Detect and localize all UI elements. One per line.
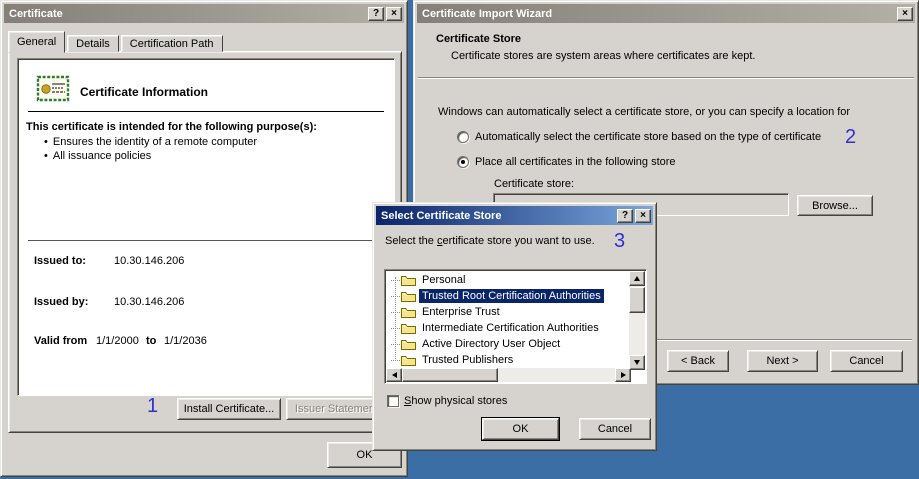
purpose-item: Ensures the identity of a remote compute… bbox=[44, 135, 257, 149]
valid-to-value: 1/1/2036 bbox=[164, 335, 207, 347]
select-store-titlebar[interactable]: Select Certificate Store ? × bbox=[376, 206, 653, 225]
purpose-list: Ensures the identity of a remote compute… bbox=[44, 135, 257, 163]
folder-icon bbox=[401, 308, 416, 318]
tab-certification-path[interactable]: Certification Path bbox=[120, 35, 223, 52]
horizontal-scrollbar[interactable] bbox=[386, 368, 631, 382]
folder-icon bbox=[401, 292, 416, 302]
valid-from-value: 1/1/2000 bbox=[96, 335, 139, 347]
horizontal-scroll-thumb[interactable] bbox=[402, 368, 498, 382]
wizard-page-heading: Certificate Store bbox=[436, 33, 521, 45]
issued-to-label: Issued to: bbox=[34, 255, 86, 267]
folder-icon bbox=[401, 356, 416, 366]
browse-button[interactable]: Browse... bbox=[797, 195, 873, 216]
purpose-heading: This certificate is intended for the fol… bbox=[26, 121, 317, 133]
valid-to-label: to bbox=[146, 335, 157, 347]
tree-item-personal[interactable]: Personal bbox=[386, 272, 468, 288]
wizard-page-subheading: Certificate stores are system areas wher… bbox=[451, 50, 756, 62]
tree-item-label[interactable]: Trusted Publishers bbox=[419, 353, 516, 367]
valid-from-label: Valid from bbox=[34, 335, 88, 347]
scroll-right-icon[interactable] bbox=[615, 368, 631, 382]
show-physical-stores-checkbox[interactable] bbox=[387, 395, 399, 407]
show-physical-stores-label[interactable]: Show physical stores bbox=[404, 395, 507, 407]
certificate-dialog-titlebar[interactable]: Certificate ? × bbox=[4, 4, 404, 23]
select-store-cancel-button[interactable]: Cancel bbox=[579, 418, 651, 440]
certificate-store-label: Certificate store: bbox=[494, 178, 575, 190]
purpose-item: All issuance policies bbox=[44, 149, 257, 163]
certificate-dialog-window: Certificate ? × General Details Certific… bbox=[0, 0, 408, 477]
select-store-title: Select Certificate Store bbox=[381, 209, 502, 222]
tree-item-ad-user-object[interactable]: Active Directory User Object bbox=[386, 336, 563, 352]
desktop: Certificate ? × General Details Certific… bbox=[0, 0, 919, 479]
help-icon[interactable]: ? bbox=[368, 6, 384, 21]
folder-icon bbox=[401, 340, 416, 350]
certificate-info-title: Certificate Information bbox=[80, 85, 209, 99]
vertical-scrollbar[interactable] bbox=[629, 271, 645, 370]
vertical-scroll-thumb[interactable] bbox=[629, 287, 645, 313]
tree-item-trusted-publishers[interactable]: Trusted Publishers bbox=[386, 352, 516, 368]
certificate-store-tree[interactable]: Personal Trusted Root Certification Auth… bbox=[384, 269, 647, 384]
scroll-down-icon[interactable] bbox=[629, 355, 645, 370]
folder-icon bbox=[401, 276, 416, 286]
issued-by-label: Issued by: bbox=[34, 296, 89, 308]
instruction-part: ertificate store you want to use. bbox=[442, 235, 595, 247]
folder-icon bbox=[401, 324, 416, 334]
divider bbox=[418, 77, 914, 79]
radio-place-all-store-label[interactable]: Place all certificates in the following … bbox=[475, 156, 676, 168]
scroll-left-icon[interactable] bbox=[386, 368, 402, 382]
divider bbox=[28, 111, 384, 112]
checkbox-label-rest: how physical stores bbox=[411, 395, 508, 407]
instruction-part: Select the bbox=[385, 235, 437, 247]
close-icon[interactable]: × bbox=[635, 208, 651, 223]
issued-to-value: 10.30.146.206 bbox=[114, 255, 185, 267]
wizard-cancel-button[interactable]: Cancel bbox=[830, 350, 903, 372]
divider bbox=[28, 240, 384, 241]
tree-item-label[interactable]: Active Directory User Object bbox=[419, 337, 563, 351]
radio-auto-select-store-label[interactable]: Automatically select the certificate sto… bbox=[475, 131, 821, 143]
tree-item-enterprise-trust[interactable]: Enterprise Trust bbox=[386, 304, 503, 320]
install-certificate-button[interactable]: Install Certificate... bbox=[177, 398, 281, 420]
radio-place-all-store[interactable] bbox=[457, 156, 469, 168]
scroll-up-icon[interactable] bbox=[629, 271, 645, 286]
tab-details[interactable]: Details bbox=[67, 35, 119, 52]
wizard-title: Certificate Import Wizard bbox=[422, 7, 553, 20]
wizard-intro-text: Windows can automatically select a certi… bbox=[438, 106, 851, 118]
next-button[interactable]: Next > bbox=[747, 350, 818, 372]
close-icon[interactable]: × bbox=[386, 6, 402, 21]
help-icon[interactable]: ? bbox=[617, 208, 633, 223]
annotation-step-3: 3 bbox=[614, 230, 626, 252]
tree-item-label[interactable]: Enterprise Trust bbox=[419, 305, 503, 319]
annotation-step-2: 2 bbox=[845, 126, 857, 148]
certificate-dialog-title: Certificate bbox=[9, 7, 63, 20]
select-certificate-store-window: Select Certificate Store ? × Select the … bbox=[372, 202, 657, 451]
general-tab-page: Certificate Information This certificate… bbox=[8, 51, 402, 433]
tab-general[interactable]: General bbox=[8, 31, 66, 53]
tree-item-label[interactable]: Trusted Root Certification Authorities bbox=[419, 289, 604, 303]
wizard-titlebar[interactable]: Certificate Import Wizard × bbox=[417, 4, 915, 23]
certificate-icon bbox=[36, 75, 70, 105]
select-store-ok-button[interactable]: OK bbox=[482, 418, 559, 440]
certificate-info-panel: Certificate Information This certificate… bbox=[17, 58, 395, 396]
back-button[interactable]: < Back bbox=[667, 350, 729, 372]
certificate-dialog-tabs: General Details Certification Path bbox=[8, 30, 225, 53]
tree-items: Personal Trusted Root Certification Auth… bbox=[386, 271, 631, 370]
tree-item-label[interactable]: Personal bbox=[419, 273, 468, 287]
tree-item-trusted-root[interactable]: Trusted Root Certification Authorities bbox=[386, 288, 604, 304]
tree-item-label[interactable]: Intermediate Certification Authorities bbox=[419, 321, 602, 335]
radio-auto-select-store[interactable] bbox=[457, 131, 469, 143]
annotation-step-1: 1 bbox=[147, 395, 159, 417]
close-icon[interactable]: × bbox=[897, 6, 913, 21]
tree-item-intermediate[interactable]: Intermediate Certification Authorities bbox=[386, 320, 602, 336]
select-store-instruction: Select the certificate store you want to… bbox=[385, 235, 595, 247]
issued-by-value: 10.30.146.206 bbox=[114, 296, 185, 308]
